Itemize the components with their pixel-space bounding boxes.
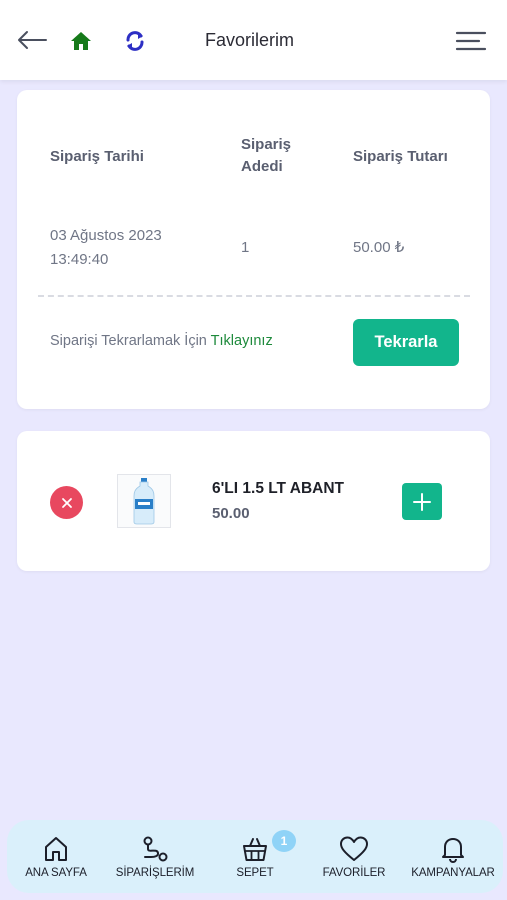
product-price: 50.00 — [212, 505, 250, 522]
nav-label-orders: SİPARİŞLERİM — [115, 867, 195, 879]
bottom-navigation: ANA SAYFA SİPARİŞLERİM SEPET FAVORİLER K… — [7, 820, 503, 893]
plus-icon — [413, 492, 431, 511]
back-arrow-icon[interactable] — [16, 26, 48, 54]
nav-label-campaigns: KAMPANYALAR — [411, 867, 495, 879]
order-amount-value: 50.00 ₺ — [353, 239, 405, 256]
favorite-product-card: 6'LI 1.5 LT ABANT 50.00 — [17, 431, 490, 571]
bell-icon — [440, 834, 466, 864]
order-time: 13:49:40 — [50, 251, 109, 268]
nav-label-home: ANA SAYFA — [25, 867, 87, 879]
route-icon — [141, 834, 169, 864]
order-date: 03 Ağustos 2023 — [50, 227, 162, 244]
nav-item-home[interactable]: ANA SAYFA — [15, 820, 97, 893]
repeat-order-prompt: Siparişi Tekrarlamak İçin Tıklayınız — [50, 333, 273, 349]
refresh-icon[interactable] — [122, 28, 148, 54]
repeat-order-button[interactable]: Tekrarla — [353, 319, 459, 366]
add-to-cart-button[interactable] — [402, 483, 442, 520]
column-header-order-date: Sipariş Tarihi — [50, 148, 144, 165]
app-header: Favorilerim — [0, 0, 507, 80]
column-header-order-quantity: Sipariş Adedi — [241, 136, 292, 175]
nav-item-favorites[interactable]: FAVORİLER — [311, 820, 397, 893]
product-image — [117, 474, 171, 528]
hamburger-menu-icon[interactable] — [453, 28, 489, 54]
order-quantity-value: 1 — [241, 239, 250, 256]
nav-label-cart: SEPET — [236, 867, 274, 879]
basket-icon — [241, 834, 269, 864]
order-summary-card: Sipariş Tarihi Sipariş Adedi Sipariş Tut… — [17, 90, 490, 409]
nav-item-campaigns[interactable]: KAMPANYALAR — [403, 820, 503, 893]
dashed-divider — [38, 295, 470, 297]
home-outline-icon — [43, 834, 69, 864]
close-icon — [61, 497, 72, 508]
product-name: 6'LI 1.5 LT ABANT — [212, 480, 344, 497]
column-header-order-amount: Sipariş Tutarı — [353, 148, 448, 165]
water-bottle-icon — [133, 478, 155, 525]
heart-icon — [339, 834, 369, 864]
page-title: Favorilerim — [205, 30, 295, 50]
order-date-value: 03 Ağustos 2023 13:49:40 — [50, 224, 200, 272]
cart-count-badge: 1 — [272, 830, 296, 852]
nav-label-favorites: FAVORİLER — [322, 867, 386, 879]
repeat-order-prompt-text: Siparişi Tekrarlamak İçin — [50, 333, 207, 349]
home-icon[interactable] — [68, 28, 94, 54]
nav-item-orders[interactable]: SİPARİŞLERİM — [107, 820, 203, 893]
remove-favorite-button[interactable] — [50, 486, 83, 519]
repeat-order-link[interactable]: Tıklayınız — [211, 333, 273, 349]
